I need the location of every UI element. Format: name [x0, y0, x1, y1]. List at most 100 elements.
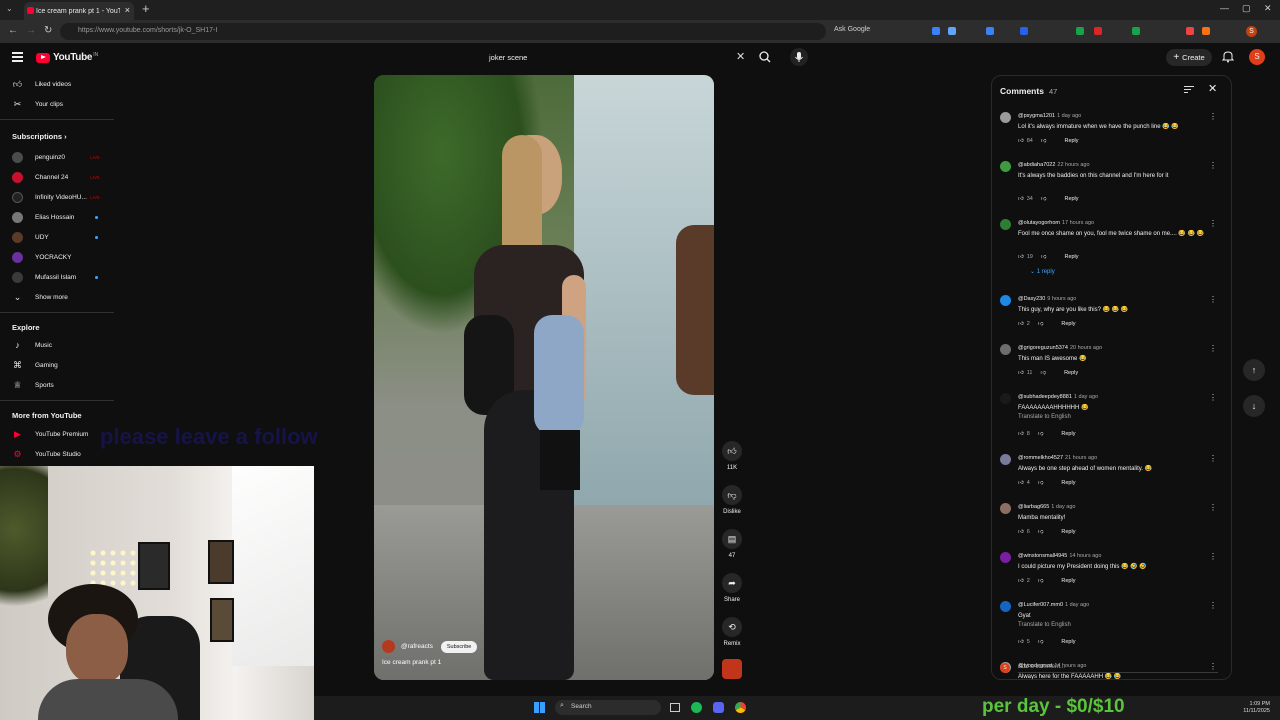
ask-google-button[interactable]: Ask Google [834, 26, 870, 33]
more-options-icon[interactable]: ⋮ [1209, 503, 1217, 512]
extension-icon[interactable] [1020, 27, 1028, 35]
more-options-icon[interactable]: ⋮ [1209, 601, 1217, 610]
sort-comments-icon[interactable] [1184, 86, 1194, 95]
sidebar-item-subscription[interactable]: Mufassil Islam [12, 269, 112, 285]
avatar[interactable] [1000, 552, 1011, 563]
avatar[interactable] [1000, 219, 1011, 230]
search-input[interactable]: joker scene [482, 48, 752, 66]
thumbs-down-icon[interactable]: 👎︎ [1038, 578, 1044, 584]
clear-search-icon[interactable]: ✕ [736, 50, 745, 63]
extension-icon[interactable] [986, 27, 994, 35]
avatar[interactable] [1000, 393, 1011, 404]
reply-button[interactable]: Reply [1061, 529, 1075, 535]
comment-author[interactable]: @grigoreguzun5374 20 hours ago [1018, 345, 1102, 351]
windows-start-icon[interactable] [534, 702, 545, 713]
comment-author[interactable]: @rommelkho4527 21 hours ago [1018, 455, 1097, 461]
sidebar-item-subscription[interactable]: Infinity VideoHU... LIVE [12, 189, 112, 205]
create-button[interactable]: + Create [1166, 49, 1212, 66]
more-options-icon[interactable]: ⋮ [1209, 552, 1217, 561]
more-options-icon[interactable]: ⋮ [1209, 295, 1217, 304]
sidebar-item-liked-videos[interactable]: 👍︎ Liked videos [12, 76, 112, 92]
close-window-icon[interactable]: ✕ [1264, 3, 1272, 14]
thumbs-up-icon[interactable]: 👍︎ [1018, 138, 1024, 144]
task-view-icon[interactable] [670, 703, 680, 712]
more-options-icon[interactable]: ⋮ [1209, 454, 1217, 463]
previous-short-button[interactable]: ↑ [1243, 359, 1265, 381]
translate-link[interactable]: Translate to English [1018, 414, 1071, 420]
browser-tab[interactable]: Ice cream prank pt 1 - YouTube × [24, 2, 134, 20]
remix-button[interactable]: ⟲ Remix [720, 617, 744, 647]
close-tab-icon[interactable]: × [125, 5, 130, 15]
maximize-icon[interactable]: ▢ [1242, 3, 1251, 14]
hamburger-menu-icon[interactable] [12, 52, 23, 64]
back-icon[interactable]: ← [8, 25, 18, 36]
search-button[interactable] [754, 48, 776, 66]
taskbar-search[interactable]: ⌕ Search [555, 700, 661, 715]
extension-icon[interactable] [1094, 27, 1102, 35]
reply-button[interactable]: Reply [1064, 254, 1078, 260]
sidebar-item-youtube-premium[interactable]: ▶ YouTube Premium [12, 426, 112, 442]
short-title[interactable]: Ice cream prank pt 1 [382, 659, 441, 666]
subscriptions-heading[interactable]: Subscriptions › [12, 132, 67, 141]
avatar[interactable] [1000, 161, 1011, 172]
minimize-icon[interactable]: — [1220, 3, 1229, 13]
comments-button[interactable]: ▤ 47 [720, 529, 744, 559]
sidebar-item-gaming[interactable]: ⌘ Gaming [12, 357, 112, 373]
sidebar-item-subscription[interactable]: Elias Hossain [12, 209, 112, 225]
chrome-icon[interactable] [735, 702, 746, 713]
extension-icon[interactable] [1132, 27, 1140, 35]
extension-icon[interactable] [1186, 27, 1194, 35]
browser-profile-avatar[interactable]: S [1246, 26, 1257, 37]
extension-icon[interactable] [1076, 27, 1084, 35]
thumbs-down-icon[interactable]: 👎︎ [1038, 480, 1044, 486]
channel-name[interactable]: @rafreacts [401, 643, 433, 650]
sidebar-item-subscription[interactable]: penguinz0 LIVE [12, 149, 112, 165]
more-options-icon[interactable]: ⋮ [1209, 393, 1217, 402]
thumbs-up-icon[interactable]: 👍︎ [1018, 578, 1024, 584]
reply-button[interactable]: Reply [1061, 321, 1075, 327]
tab-search-icon[interactable]: ⌄ [6, 4, 13, 13]
thumbs-down-icon[interactable]: 👎︎ [1041, 196, 1047, 202]
thumbs-down-icon[interactable]: 👎︎ [1041, 254, 1047, 260]
close-comments-icon[interactable]: ✕ [1208, 82, 1217, 95]
avatar[interactable] [1000, 503, 1011, 514]
sound-thumbnail[interactable] [722, 659, 742, 679]
sidebar-item-your-clips[interactable]: ✂︎ Your clips [12, 96, 112, 112]
channel-avatar[interactable] [382, 640, 395, 653]
show-more-button[interactable]: ⌄ Show more [12, 289, 112, 305]
address-bar[interactable]: https://www.youtube.com/shorts/jk-O_SH17… [60, 23, 826, 40]
reply-button[interactable]: Reply [1061, 480, 1075, 486]
sidebar-item-subscription[interactable]: YOCRACKY [12, 249, 112, 265]
comment-author[interactable]: @abdiaha7022 22 hours ago [1018, 162, 1090, 168]
share-button[interactable]: ➦ Share [720, 573, 744, 603]
thumbs-down-icon[interactable]: 👎︎ [1040, 370, 1046, 376]
thumbs-up-icon[interactable]: 👍︎ [1018, 639, 1024, 645]
spotify-icon[interactable] [691, 702, 702, 713]
sidebar-item-youtube-studio[interactable]: ⚙ YouTube Studio [12, 446, 112, 462]
sidebar-item-subscription[interactable]: UDY [12, 229, 112, 245]
thumbs-up-icon[interactable]: 👍︎ [1018, 431, 1024, 437]
more-options-icon[interactable]: ⋮ [1209, 344, 1217, 353]
more-options-icon[interactable]: ⋮ [1209, 161, 1217, 170]
comment-author[interactable]: @olutayogorhom 17 hours ago [1018, 220, 1094, 226]
reply-button[interactable]: Reply [1061, 639, 1075, 645]
thumbs-up-icon[interactable]: 👍︎ [1018, 321, 1024, 327]
comment-author[interactable]: @winstonsmall4945 14 hours ago [1018, 553, 1101, 559]
avatar[interactable] [1000, 454, 1011, 465]
add-comment-field[interactable]: S Add a comment... [1000, 661, 1225, 675]
avatar[interactable] [1000, 601, 1011, 612]
thumbs-down-icon[interactable]: 👎︎ [1038, 431, 1044, 437]
more-options-icon[interactable]: ⋮ [1209, 219, 1217, 228]
reply-button[interactable]: Reply [1061, 431, 1075, 437]
discord-icon[interactable] [713, 702, 724, 713]
thumbs-down-icon[interactable]: 👎︎ [1038, 529, 1044, 535]
translate-link[interactable]: Translate to English [1018, 622, 1071, 628]
reply-button[interactable]: Reply [1064, 138, 1078, 144]
sidebar-item-sports[interactable]: ♕ Sports [12, 377, 112, 393]
comment-author[interactable]: @liarbag665 1 day ago [1018, 504, 1075, 510]
sidebar-item-subscription[interactable]: Channel 24 LIVE [12, 169, 112, 185]
next-short-button[interactable]: ↓ [1243, 395, 1265, 417]
reply-button[interactable]: Reply [1064, 370, 1078, 376]
thumbs-up-icon[interactable]: 👍︎ [1018, 529, 1024, 535]
subscribe-button[interactable]: Subscribe [440, 640, 478, 653]
